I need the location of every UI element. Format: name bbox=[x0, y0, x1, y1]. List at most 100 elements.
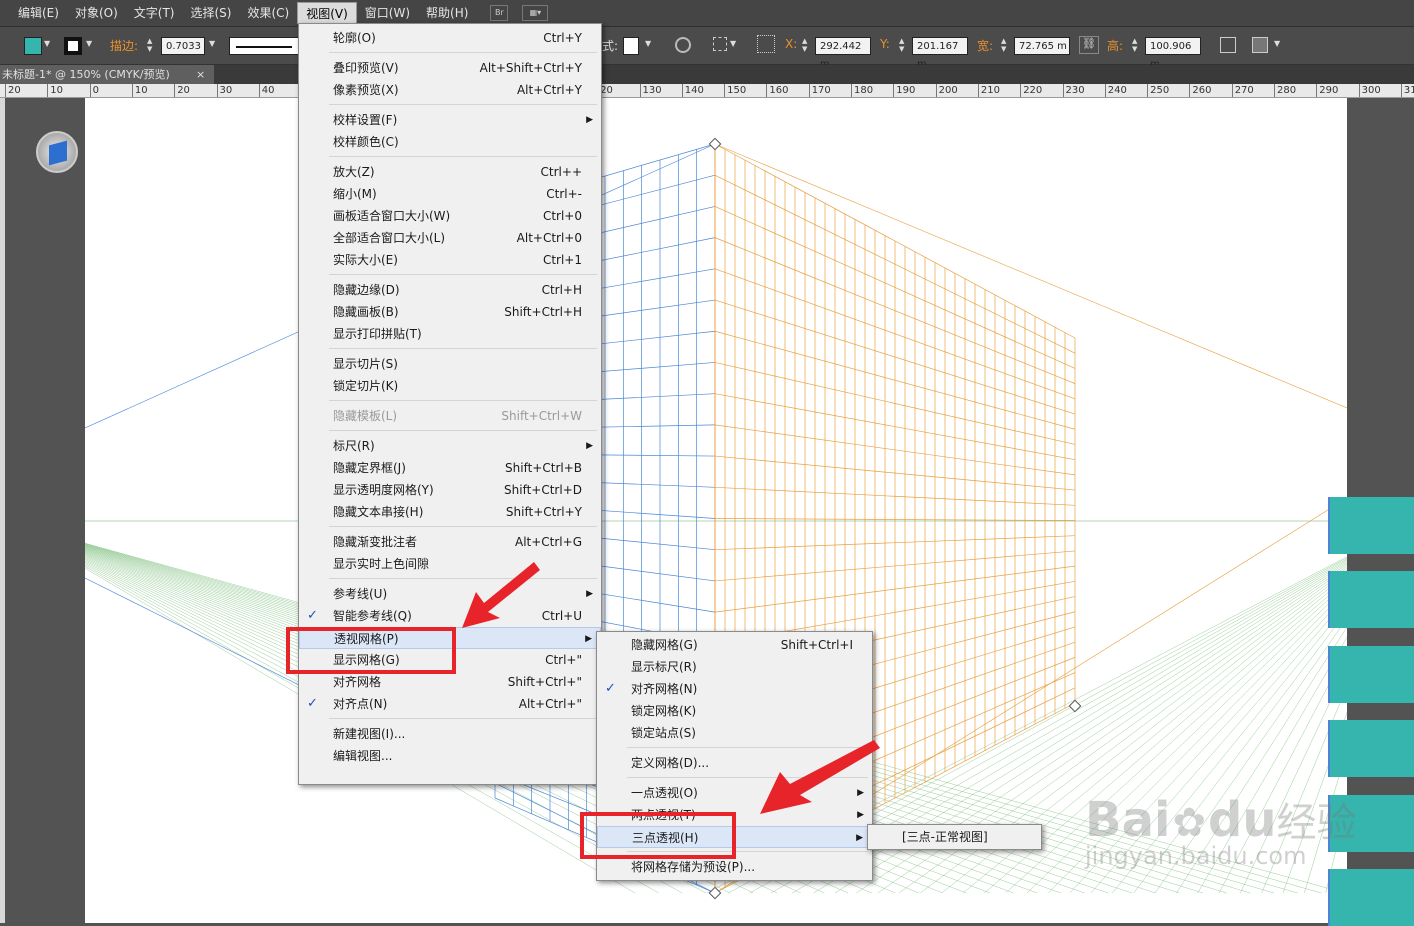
vertical-ruler[interactable] bbox=[0, 98, 5, 923]
menu-item[interactable]: 隐藏文本串接(H) Shift+Ctrl+Y bbox=[299, 501, 601, 523]
constrain-proportions-icon[interactable]: ⛓ bbox=[1079, 36, 1099, 54]
width-stepper[interactable]: ▲ ▼ bbox=[1001, 37, 1006, 53]
menu-item[interactable]: [三点-正常视图] bbox=[868, 826, 1041, 848]
menu-view[interactable]: 视图(V) bbox=[297, 2, 357, 24]
menu-item[interactable]: 校样颜色(C) bbox=[299, 131, 601, 153]
menu-object[interactable]: 对象(O) bbox=[67, 2, 126, 24]
selected-object[interactable] bbox=[1328, 720, 1414, 777]
height-stepper[interactable]: ▲ ▼ bbox=[1132, 37, 1137, 53]
ruler-tick-label: 240 bbox=[1104, 84, 1127, 97]
height-field[interactable]: 100.906 m bbox=[1145, 37, 1201, 70]
menu-item[interactable]: 定义网格(D)... bbox=[597, 752, 872, 774]
menu-item-label: 显示标尺(R) bbox=[631, 660, 697, 674]
menu-effect[interactable]: 效果(C) bbox=[239, 2, 297, 24]
bridge-button[interactable]: Br bbox=[490, 5, 509, 21]
selected-object[interactable] bbox=[1328, 646, 1414, 703]
recolor-icon[interactable] bbox=[675, 37, 691, 53]
menu-item[interactable]: 标尺(R) ▶ bbox=[299, 435, 601, 457]
selected-object[interactable] bbox=[1328, 571, 1414, 628]
perspective-grid-widget-icon[interactable] bbox=[36, 131, 78, 173]
menu-edit[interactable]: 编辑(E) bbox=[10, 2, 67, 24]
menu-separator bbox=[329, 400, 597, 401]
menu-window[interactable]: 窗口(W) bbox=[357, 2, 418, 24]
selected-object[interactable] bbox=[1328, 497, 1414, 554]
menu-item[interactable]: 轮廓(O) Ctrl+Y bbox=[299, 27, 601, 49]
menu-item[interactable]: 隐藏定界框(J) Shift+Ctrl+B bbox=[299, 457, 601, 479]
menu-item[interactable]: 叠印预览(V) Alt+Shift+Ctrl+Y bbox=[299, 57, 601, 79]
ruler-tick-label: 300 bbox=[1358, 84, 1381, 97]
fill-dropdown-icon[interactable]: ▼ bbox=[44, 39, 50, 48]
menu-item[interactable]: 隐藏渐变批注者 Alt+Ctrl+G bbox=[299, 531, 601, 553]
menu-item-label: 显示切片(S) bbox=[333, 357, 398, 371]
menu-item-shortcut: Shift+Ctrl+W bbox=[501, 409, 582, 423]
stroke-profile-field[interactable] bbox=[229, 37, 299, 55]
menu-item-label: 缩小(M) bbox=[333, 187, 377, 201]
menu-item[interactable]: 显示实时上色间隙 bbox=[299, 553, 601, 575]
grid-handle[interactable] bbox=[708, 886, 722, 900]
horizontal-ruler[interactable]: 20 10 0 10 20 30 40 20 130 140 150 160 170 180 190 200 2… bbox=[0, 84, 1414, 98]
style-dropdown-icon[interactable]: ▼ bbox=[645, 39, 651, 48]
menu-item[interactable]: 画板适合窗口大小(W) Ctrl+0 bbox=[299, 205, 601, 227]
menu-type[interactable]: 文字(T) bbox=[126, 2, 183, 24]
menu-item[interactable]: 对齐网格 Shift+Ctrl+" bbox=[299, 671, 601, 693]
style-swatch[interactable] bbox=[623, 37, 639, 55]
isolate-icon[interactable] bbox=[1252, 37, 1268, 53]
menu-item[interactable]: 显示标尺(R) bbox=[597, 656, 872, 678]
menu-item[interactable]: 放大(Z) Ctrl++ bbox=[299, 161, 601, 183]
x-field[interactable]: 292.442 m bbox=[815, 37, 871, 70]
menu-item[interactable]: 实际大小(E) Ctrl+1 bbox=[299, 249, 601, 271]
menu-separator bbox=[329, 104, 597, 105]
baidu-watermark: Bai✿du经验 jingyan.baidu.com bbox=[1085, 790, 1356, 870]
align-dropdown-icon[interactable]: ▼ bbox=[730, 39, 736, 48]
menu-item-label: 参考线(U) bbox=[333, 587, 388, 601]
align-to-selection-icon[interactable] bbox=[713, 37, 727, 51]
document-tab[interactable]: 未标题-1* @ 150% (CMYK/预览) × bbox=[0, 65, 214, 84]
menu-item[interactable]: 锁定站点(S) bbox=[597, 722, 872, 744]
menu-item[interactable]: 显示透明度网格(Y) Shift+Ctrl+D bbox=[299, 479, 601, 501]
stroke-weight-dropdown-icon[interactable]: ▼ bbox=[209, 39, 215, 48]
menu-item[interactable]: 隐藏边缘(D) Ctrl+H bbox=[299, 279, 601, 301]
arrange-documents-icon[interactable]: ▦▾ bbox=[522, 5, 549, 21]
more-options-dropdown-icon[interactable]: ▼ bbox=[1274, 39, 1280, 48]
grid-handle[interactable] bbox=[708, 137, 722, 151]
x-stepper[interactable]: ▲ ▼ bbox=[802, 37, 807, 53]
menu-item[interactable]: 将网格存储为预设(P)... bbox=[597, 856, 872, 878]
stroke-swatch[interactable] bbox=[64, 37, 82, 55]
grid-handle[interactable] bbox=[1068, 699, 1082, 713]
fill-swatch[interactable] bbox=[24, 37, 42, 55]
menu-item[interactable]: 缩小(M) Ctrl+- bbox=[299, 183, 601, 205]
selected-object[interactable] bbox=[1328, 869, 1414, 926]
submenu-arrow-icon: ▶ bbox=[585, 634, 592, 644]
reference-point-icon[interactable] bbox=[757, 35, 775, 53]
menu-select[interactable]: 选择(S) bbox=[182, 2, 239, 24]
transform-icon[interactable] bbox=[1220, 37, 1236, 53]
menu-item[interactable]: 显示切片(S) bbox=[299, 353, 601, 375]
menu-item[interactable]: 校样设置(F) ▶ bbox=[299, 109, 601, 131]
y-field[interactable]: 201.167 m bbox=[912, 37, 968, 70]
stroke-dropdown-icon[interactable]: ▼ bbox=[86, 39, 92, 48]
menu-item[interactable]: 像素预览(X) Alt+Ctrl+Y bbox=[299, 79, 601, 101]
stroke-stepper[interactable]: ▲ ▼ bbox=[147, 37, 152, 53]
menu-item[interactable]: 全部适合窗口大小(L) Alt+Ctrl+0 bbox=[299, 227, 601, 249]
close-tab-icon[interactable]: × bbox=[196, 65, 205, 84]
menu-item-label: 叠印预览(V) bbox=[333, 61, 399, 75]
menu-item[interactable]: ✓ 对齐网格(N) bbox=[597, 678, 872, 700]
menu-item[interactable]: ✓ 智能参考线(Q) Ctrl+U bbox=[299, 605, 601, 627]
ruler-tick-label: 30 bbox=[216, 84, 232, 97]
menu-item[interactable]: 锁定网格(K) bbox=[597, 700, 872, 722]
width-field[interactable]: 72.765 m bbox=[1014, 37, 1070, 55]
menu-item[interactable]: 编辑视图... bbox=[299, 745, 601, 767]
menu-item[interactable]: 参考线(U) ▶ bbox=[299, 583, 601, 605]
menu-item[interactable]: 锁定切片(K) bbox=[299, 375, 601, 397]
menu-item[interactable]: ✓ 对齐点(N) Alt+Ctrl+" bbox=[299, 693, 601, 715]
y-stepper[interactable]: ▲ ▼ bbox=[899, 37, 904, 53]
menu-item[interactable]: 隐藏画板(B) Shift+Ctrl+H bbox=[299, 301, 601, 323]
menu-item[interactable]: 隐藏网格(G) Shift+Ctrl+I bbox=[597, 634, 872, 656]
menu-item[interactable]: 一点透视(O) ▶ bbox=[597, 782, 872, 804]
height-label: 高: bbox=[1107, 39, 1124, 53]
menu-item[interactable]: 新建视图(I)... bbox=[299, 723, 601, 745]
menu-item-shortcut: Shift+Ctrl+H bbox=[504, 305, 582, 319]
menu-item[interactable]: 显示打印拼贴(T) bbox=[299, 323, 601, 345]
menu-help[interactable]: 帮助(H) bbox=[418, 2, 476, 24]
stroke-weight-field[interactable]: 0.7033 bbox=[161, 37, 205, 55]
